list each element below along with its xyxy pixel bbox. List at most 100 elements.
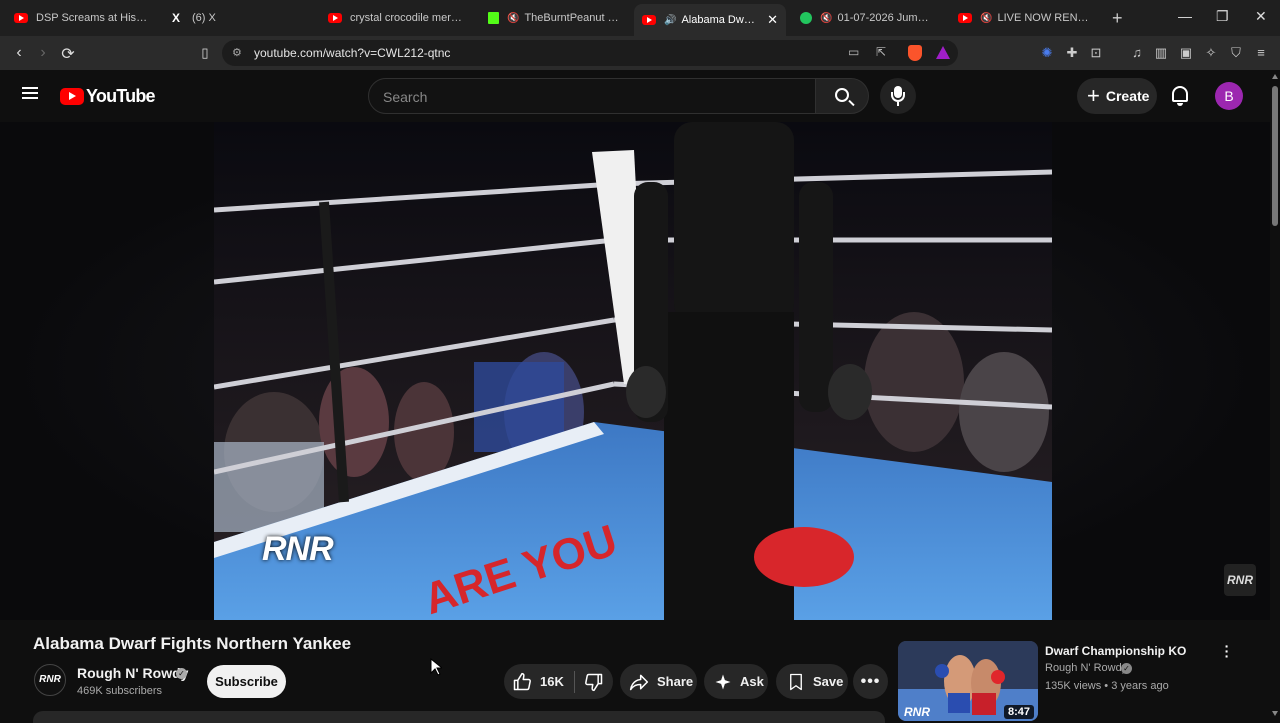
youtube-icon: [328, 13, 342, 23]
thumbnail-logo: RNR: [904, 705, 930, 719]
video-duration: 8:47: [1003, 705, 1034, 719]
scroll-down-icon[interactable]: [1272, 711, 1278, 716]
muted-icon[interactable]: 🔇: [820, 13, 832, 24]
save-label: Save: [813, 674, 844, 689]
recommended-video-thumbnail[interactable]: RNR 8:47: [898, 641, 1038, 721]
channel-watermark-badge[interactable]: RNR: [1224, 564, 1256, 596]
scrollbar-thumb[interactable]: [1272, 86, 1278, 226]
ask-label: Ask: [740, 674, 764, 689]
video-title: Alabama Dwarf Fights Northern Yankee: [33, 634, 352, 653]
site-info-icon[interactable]: ⚙: [232, 46, 242, 59]
tab-label: LIVE NOW RENEE G: [997, 12, 1092, 24]
browser-tab[interactable]: crystal crocodile mersh - Y: [320, 4, 472, 32]
video-player[interactable]: ARE YOU: [214, 122, 1052, 620]
thumbs-up-icon: [513, 672, 531, 690]
browser-tab[interactable]: 🔇 01-07-2026 Jumped T: [792, 4, 942, 32]
save-button[interactable]: Save: [776, 664, 848, 699]
create-button[interactable]: + Create: [1077, 78, 1157, 114]
forward-icon[interactable]: ›: [34, 44, 52, 62]
tab-label: Alabama Dwarf Fig: [681, 14, 759, 26]
account-avatar[interactable]: B: [1215, 82, 1243, 110]
guide-menu-icon[interactable]: [22, 87, 38, 99]
youtube-play-icon: [60, 88, 84, 105]
browser-tab[interactable]: X (6) X: [164, 4, 314, 32]
share-button[interactable]: Share: [620, 664, 697, 699]
share-icon[interactable]: ⇱: [876, 45, 886, 59]
channel-avatar[interactable]: RNR: [34, 664, 66, 696]
tab-label: crystal crocodile mersh - Y: [350, 12, 464, 24]
tab-label: DSP Screams at His TV as: [36, 12, 148, 24]
audio-playing-icon[interactable]: 🔊: [664, 15, 676, 26]
page-scrollbar[interactable]: [1270, 70, 1280, 720]
verified-badge-icon: ✓: [1121, 663, 1132, 674]
browser-toolbar: ‹ › ⟳ ▯ ⚙ youtube.com/watch?v=CWL212-qtn…: [0, 36, 1280, 70]
wallet-icon[interactable]: ▣: [1178, 45, 1194, 61]
mouse-cursor-icon: [430, 658, 442, 676]
address-bar[interactable]: ⚙ youtube.com/watch?v=CWL212-qtnc ▭ ⇱: [222, 40, 958, 66]
new-tab-button[interactable]: +: [1112, 8, 1123, 29]
description-box[interactable]: [33, 711, 885, 723]
youtube-icon: [958, 13, 972, 23]
like-dislike-group: 16K: [504, 664, 613, 699]
extension-icon[interactable]: ✺: [1039, 45, 1055, 61]
recommended-channel-name[interactable]: Rough N' Rowdy: [1045, 662, 1127, 674]
browser-tab-strip: DSP Screams at His TV as X (6) X crystal…: [0, 0, 1280, 36]
share-label: Share: [657, 674, 694, 689]
brave-rewards-icon[interactable]: [936, 46, 950, 59]
search-icon: [835, 88, 849, 102]
tab-label: TheBurntPeanut Strea: [524, 12, 622, 24]
ask-button[interactable]: Ask: [704, 664, 768, 699]
like-button[interactable]: 16K: [504, 664, 564, 699]
cast-icon[interactable]: ▭: [848, 45, 859, 59]
browser-tab-active[interactable]: 🔊 Alabama Dwarf Fig ✕: [634, 4, 786, 36]
more-actions-button[interactable]: •••: [853, 664, 888, 699]
channel-name[interactable]: Rough N' Rowdy: [77, 665, 188, 681]
search-box[interactable]: [368, 78, 816, 114]
youtube-logo[interactable]: YouTube: [60, 86, 156, 107]
create-label: Create: [1105, 88, 1150, 104]
share-arrow-icon: [629, 674, 649, 690]
voice-search-button[interactable]: [880, 78, 916, 114]
menu-icon[interactable]: ≡: [1253, 45, 1269, 60]
sidebar-icon[interactable]: ▥: [1153, 45, 1169, 61]
youtube-wordmark: YouTube: [86, 86, 156, 106]
verified-badge-icon: ✓: [176, 668, 187, 679]
scroll-up-icon[interactable]: [1272, 74, 1278, 79]
search-input[interactable]: [383, 87, 803, 107]
muted-icon[interactable]: 🔇: [980, 13, 992, 24]
reload-icon[interactable]: ⟳: [59, 44, 77, 64]
recommended-video-meta: 135K views • 3 years ago: [1045, 680, 1169, 692]
subscribe-button[interactable]: Subscribe: [207, 665, 286, 698]
browser-tab[interactable]: 🔇 LIVE NOW RENEE G: [950, 4, 1100, 32]
subscriber-count: 469K subscribers: [77, 685, 162, 697]
plus-icon: +: [1087, 83, 1100, 108]
recommended-video-title[interactable]: Dwarf Championship KO: [1045, 644, 1186, 658]
tab-label: (6) X: [192, 12, 216, 24]
close-window-icon[interactable]: ✕: [1255, 8, 1267, 25]
muted-icon[interactable]: 🔇: [507, 13, 519, 24]
leo-ai-icon[interactable]: ✧: [1203, 45, 1219, 61]
video-watermark: RNR: [262, 530, 334, 568]
youtube-icon: [14, 13, 28, 23]
browser-tab[interactable]: 🔇 TheBurntPeanut Strea: [480, 4, 630, 32]
vpn-icon[interactable]: ⛉: [1228, 45, 1244, 61]
more-options-icon[interactable]: · · ·: [1224, 639, 1230, 663]
notifications-bell-icon[interactable]: [1172, 86, 1188, 106]
url-text[interactable]: youtube.com/watch?v=CWL212-qtnc: [254, 46, 450, 60]
bookmark-icon[interactable]: ▯: [196, 45, 214, 61]
thumbs-down-icon[interactable]: [584, 672, 604, 692]
search-button[interactable]: [815, 78, 869, 114]
screenshot-icon[interactable]: ⊡: [1088, 45, 1104, 61]
divider: [573, 670, 575, 693]
back-icon[interactable]: ‹: [10, 44, 28, 62]
restore-icon[interactable]: ❐: [1216, 8, 1229, 25]
browser-tab[interactable]: DSP Screams at His TV as: [6, 4, 156, 32]
close-tab-icon[interactable]: ✕: [767, 12, 778, 28]
like-count: 16K: [540, 674, 564, 689]
x-icon: X: [172, 11, 181, 25]
music-icon[interactable]: ♫: [1129, 45, 1145, 60]
minimize-icon[interactable]: —: [1178, 8, 1192, 24]
extensions-puzzle-icon[interactable]: ✚: [1064, 45, 1080, 61]
brave-shields-icon[interactable]: [908, 45, 922, 61]
play-icon: [800, 12, 812, 24]
